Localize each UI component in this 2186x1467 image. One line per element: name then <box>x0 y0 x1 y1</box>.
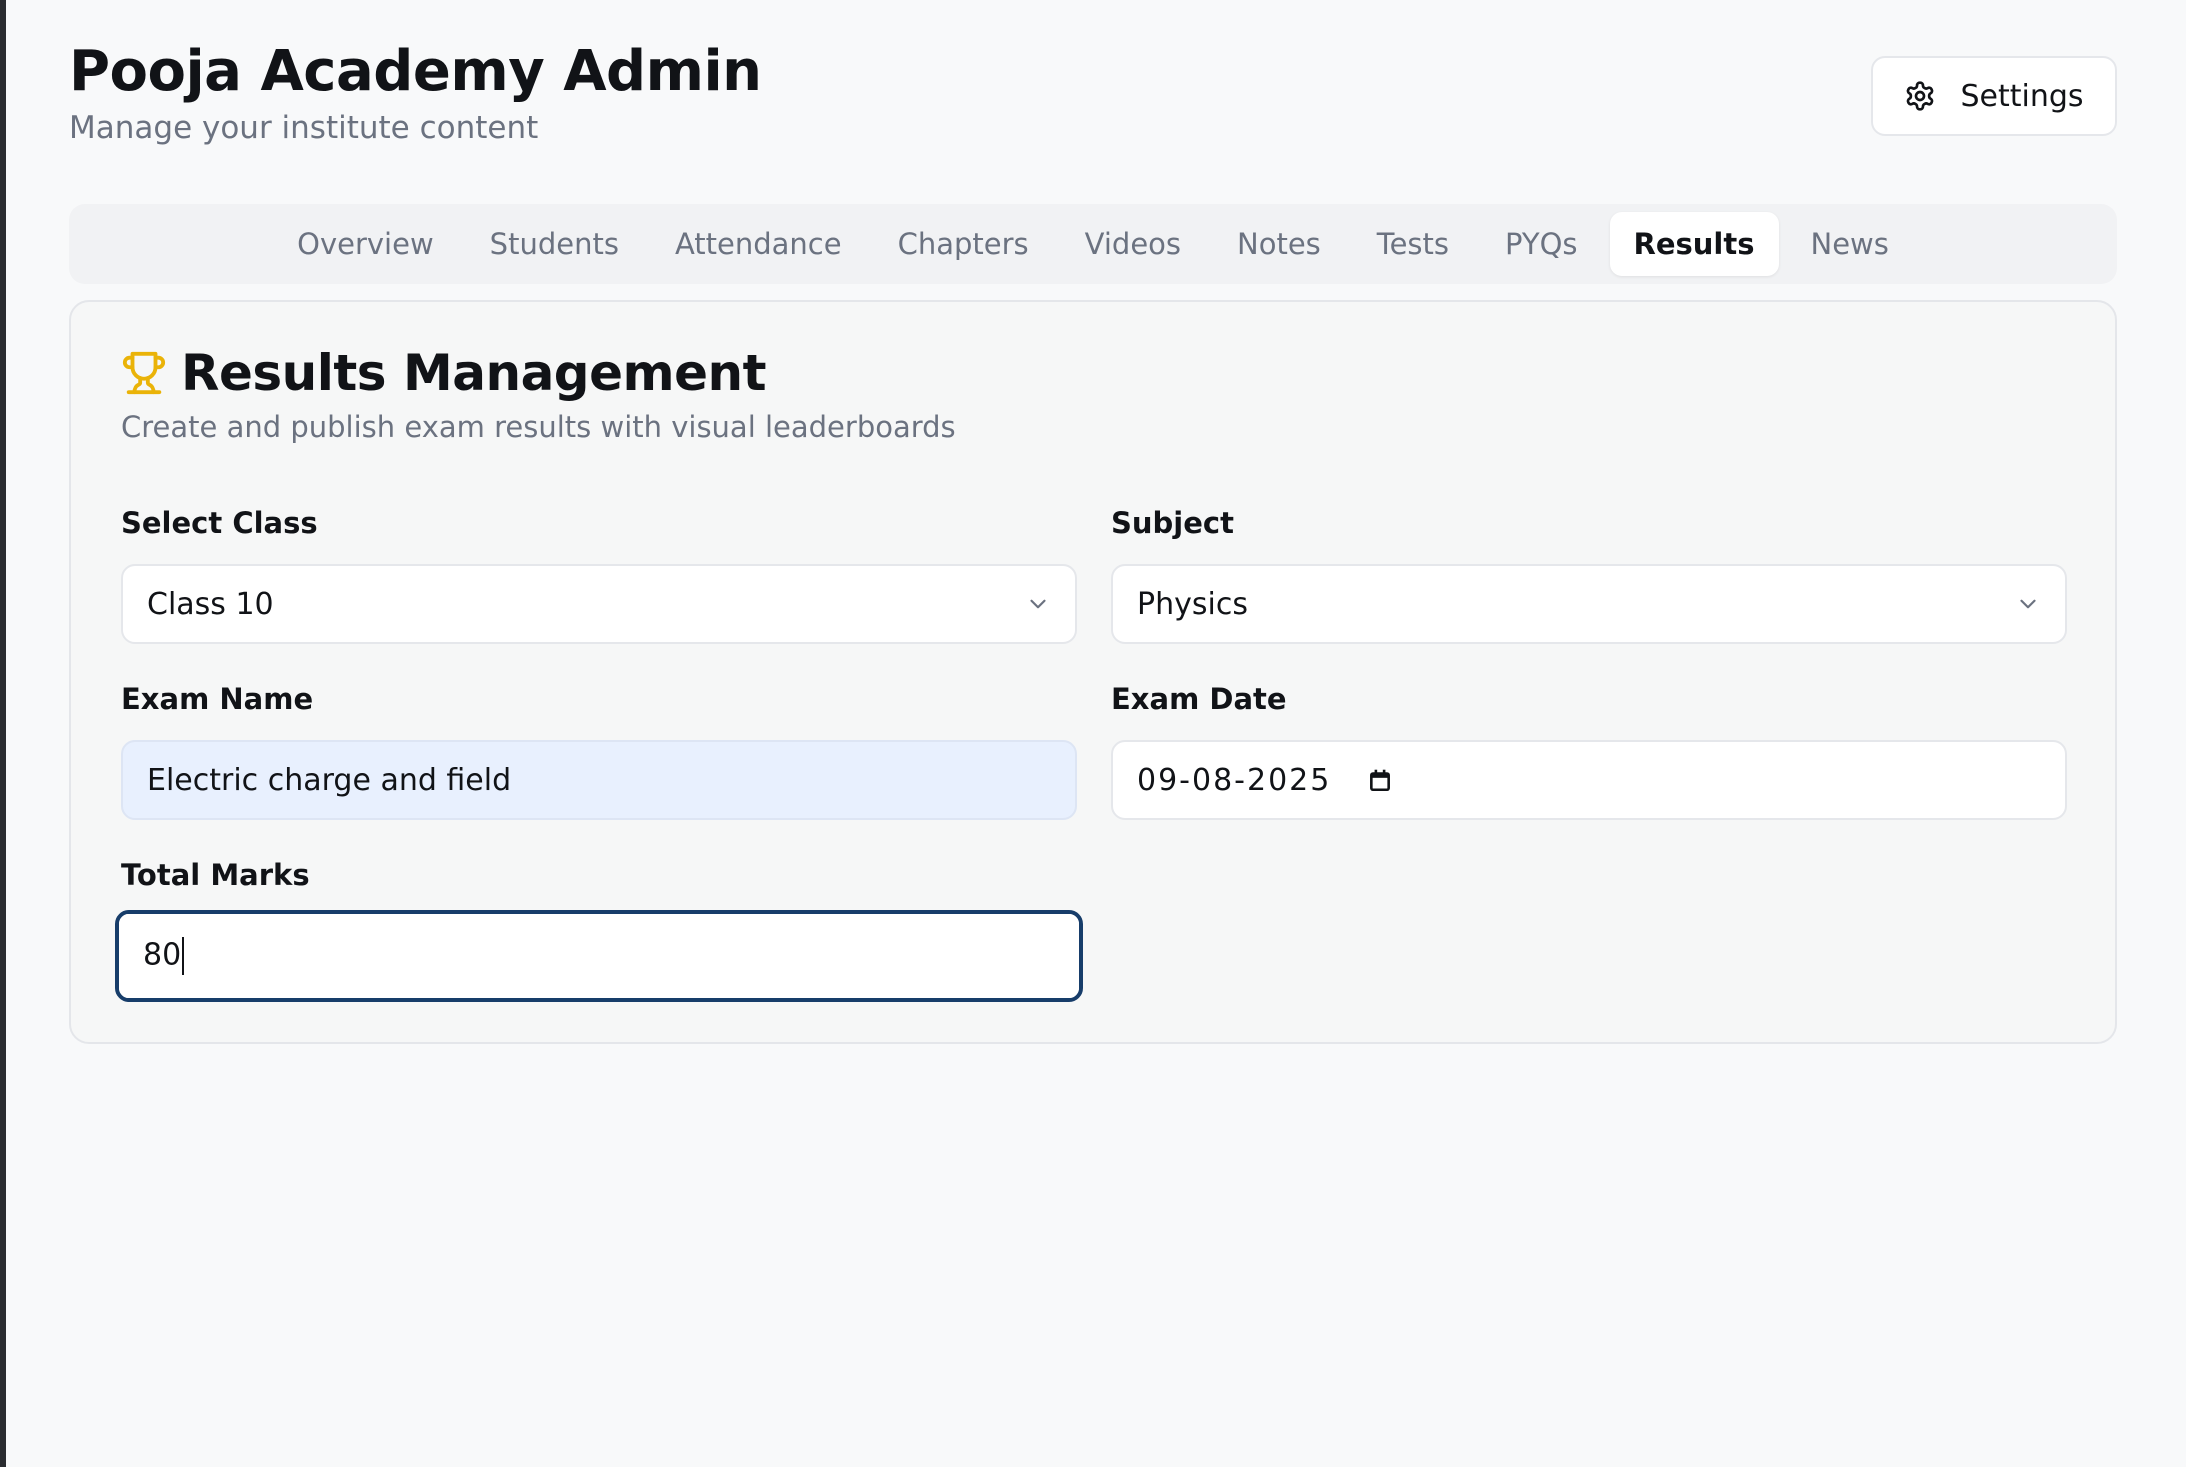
app-title: Pooja Academy Admin <box>69 39 762 104</box>
tab-pyqs[interactable]: PYQs <box>1481 212 1602 276</box>
page-header: Pooja Academy Admin Manage your institut… <box>69 36 762 146</box>
chevron-down-icon <box>2020 599 2036 609</box>
tab-chapters[interactable]: Chapters <box>874 212 1053 276</box>
exam-name-value: Electric charge and field <box>147 762 512 798</box>
window-edge <box>0 0 6 1467</box>
settings-label: Settings <box>1960 78 2084 114</box>
exam-date-label: Exam Date <box>1111 682 1287 716</box>
card-header: Results Management <box>121 344 767 402</box>
tab-news[interactable]: News <box>1787 212 1913 276</box>
gear-icon <box>1907 81 1934 111</box>
total-marks-field: 80 <box>143 937 1055 975</box>
results-management-card: Results Management Create and publish ex… <box>69 300 2117 1044</box>
tab-attendance[interactable]: Attendance <box>651 212 866 276</box>
tab-notes[interactable]: Notes <box>1213 212 1345 276</box>
select-class-dropdown[interactable]: Class 10 <box>121 564 1077 644</box>
tab-students[interactable]: Students <box>466 212 643 276</box>
settings-button[interactable]: Settings <box>1871 56 2117 136</box>
calendar-icon[interactable] <box>1367 767 1393 793</box>
app-subtitle: Manage your institute content <box>69 110 539 146</box>
card-subtitle: Create and publish exam results with vis… <box>121 410 956 444</box>
main-tabs: Overview Students Attendance Chapters Vi… <box>69 204 2117 284</box>
exam-name-input[interactable]: Electric charge and field <box>121 740 1077 820</box>
text-caret <box>182 937 185 975</box>
total-marks-input[interactable]: 80 <box>115 910 1083 1002</box>
trophy-icon <box>122 351 166 395</box>
subject-dropdown[interactable]: Physics <box>1111 564 2067 644</box>
total-marks-label: Total Marks <box>121 858 310 892</box>
exam-name-label: Exam Name <box>121 682 314 716</box>
chevron-down-icon <box>1030 599 1046 609</box>
tab-overview[interactable]: Overview <box>273 212 458 276</box>
subject-value: Physics <box>1137 586 1248 622</box>
subject-label: Subject <box>1111 506 1234 540</box>
total-marks-value: 80 <box>143 937 182 973</box>
select-class-label: Select Class <box>121 506 318 540</box>
tab-results[interactable]: Results <box>1609 212 1779 276</box>
card-title: Results Management <box>181 344 767 402</box>
select-class-value: Class 10 <box>147 586 274 622</box>
tab-videos[interactable]: Videos <box>1061 212 1205 276</box>
exam-date-value: 09-08-2025 <box>1137 762 1332 798</box>
tab-tests[interactable]: Tests <box>1353 212 1473 276</box>
exam-date-input[interactable]: 09-08-2025 <box>1111 740 2067 820</box>
